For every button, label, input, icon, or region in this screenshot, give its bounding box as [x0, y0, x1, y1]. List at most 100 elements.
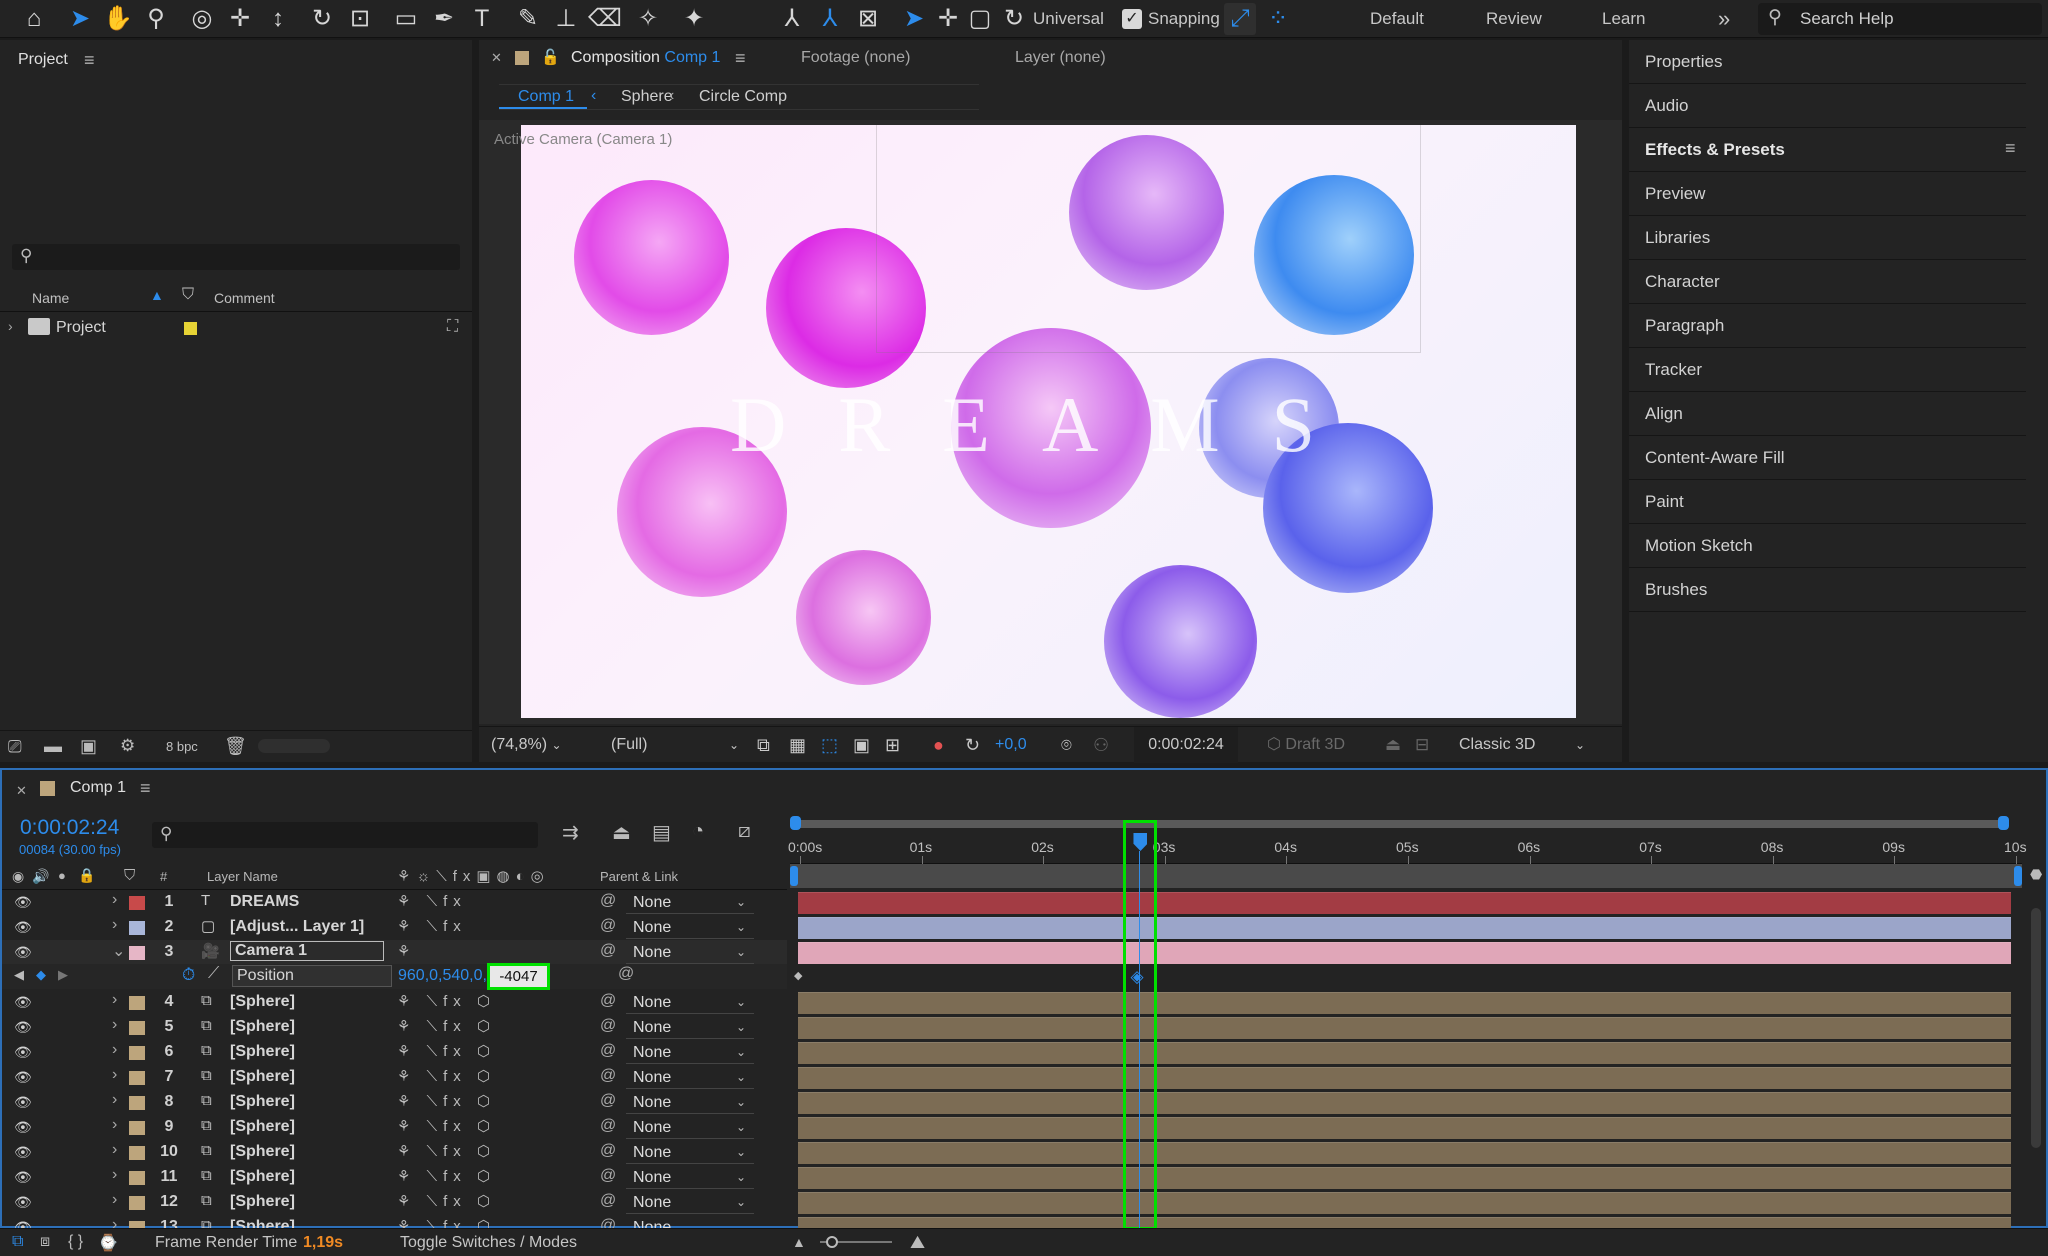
pan-behind-tool-icon[interactable]: ⊡ [344, 3, 376, 35]
panel-paragraph[interactable]: Paragraph [1629, 304, 2026, 348]
label-color-swatch[interactable] [129, 1096, 145, 1110]
label-color-swatch[interactable] [129, 921, 145, 935]
layer-switches[interactable]: ⚘ ⟍fx [397, 892, 467, 910]
panel-menu-icon[interactable]: ≡ [84, 40, 95, 80]
tab-composition[interactable]: Composition Comp 1 [571, 49, 720, 67]
reset-exposure-icon[interactable]: ↻ [965, 727, 980, 763]
layer-duration-bar[interactable] [798, 992, 2011, 1014]
lock-toggle-icon[interactable]: 🔒 [78, 867, 95, 884]
layer-name[interactable]: [Sphere] [230, 1118, 295, 1136]
grid-guides-icon[interactable]: ⊞ [885, 727, 900, 763]
column-layer-name[interactable]: Layer Name [207, 869, 278, 884]
chevron-right-icon[interactable]: › [112, 916, 117, 934]
pick-whip-icon[interactable]: @ [600, 892, 616, 910]
layer-switches[interactable]: ⚘ [397, 942, 416, 960]
breadcrumb-comp1[interactable]: Comp 1 [518, 88, 574, 106]
layer-row[interactable]: 👁 › 1 T DREAMS ⚘ ⟍fx @ None ⌄ [2, 890, 787, 915]
label-tag-icon[interactable]: ⛉ [182, 286, 194, 304]
parent-dropdown[interactable]: None ⌄ [626, 941, 754, 964]
parent-dropdown[interactable]: None ⌄ [626, 991, 754, 1014]
breadcrumb-circle-comp[interactable]: Circle Comp [699, 88, 787, 106]
snapping-checkbox[interactable]: ✓ [1122, 9, 1142, 29]
new-composition-icon[interactable]: ▣ [80, 736, 97, 757]
tab-footage[interactable]: Footage (none) [801, 49, 910, 67]
rectangle-tool-icon[interactable]: ▭ [390, 3, 422, 35]
draft-3d-toggle[interactable]: ⬡ Draft 3D [1267, 727, 1345, 763]
time-ruler[interactable]: 0:00s 01s 02s 03s 04s 05s 06s 07s 08s 09s 10s [788, 830, 2027, 864]
clone-stamp-icon[interactable]: ⊥ [550, 3, 582, 35]
rotate-tool-icon[interactable]: ↻ [306, 3, 338, 35]
layer-name[interactable]: [Adjust... Layer 1] [230, 918, 364, 936]
selection-tool-icon[interactable]: ➤ [64, 3, 96, 35]
toggle-switches-modes[interactable]: Toggle Switches / Modes [400, 1234, 577, 1252]
audio-toggle-icon[interactable]: 🔊 [32, 868, 49, 885]
chevron-down-icon[interactable]: ⌄ [112, 941, 125, 961]
graph-editor-icon[interactable]: ⧄ [738, 820, 751, 843]
layer-name[interactable]: [Sphere] [230, 1018, 295, 1036]
region-of-interest-icon[interactable]: ▣ [853, 727, 870, 763]
parent-dropdown[interactable]: None ⌄ [626, 1041, 754, 1064]
pick-whip-icon[interactable]: @ [600, 1092, 616, 1110]
close-tab-icon[interactable]: ✕ [16, 783, 27, 799]
visibility-eye-icon[interactable]: 👁 [14, 994, 32, 1011]
show-snapshot-icon[interactable]: ⚇ [1093, 727, 1109, 763]
parent-dropdown[interactable]: None ⌄ [626, 1091, 754, 1114]
layer-row[interactable]: 👁 › 10 ⧉ [Sphere] ⚘ ⟍fx ⬡ @ None ⌄ [2, 1140, 787, 1165]
pick-whip-icon[interactable]: @ [600, 1017, 616, 1035]
layer-duration-bar[interactable] [798, 1142, 2011, 1164]
panel-menu-icon[interactable]: ≡ [735, 48, 746, 69]
timeline-scrollbar[interactable]: ⬣ [2026, 864, 2044, 1204]
chevron-right-icon[interactable]: › [112, 1016, 117, 1034]
visibility-eye-icon[interactable]: 👁 [14, 1094, 32, 1111]
panel-tracker[interactable]: Tracker [1629, 348, 2026, 392]
project-search-input[interactable]: ⚲ [12, 244, 460, 270]
panel-content-aware-fill[interactable]: Content-Aware Fill [1629, 436, 2026, 480]
label-color-swatch[interactable] [129, 946, 145, 960]
graph-icon[interactable]: ⟋ [208, 965, 219, 983]
workspace-review[interactable]: Review [1486, 0, 1542, 38]
visibility-eye-icon[interactable]: 👁 [14, 1019, 32, 1036]
chevron-right-icon[interactable]: › [112, 991, 117, 1009]
chevron-right-icon[interactable]: › [112, 1091, 117, 1109]
label-color-swatch[interactable] [129, 1171, 145, 1185]
panel-libraries[interactable]: Libraries [1629, 216, 2026, 260]
breadcrumb-sphere[interactable]: Sphere [621, 88, 673, 106]
channel-icon[interactable]: ● [933, 727, 944, 763]
motion-blur-icon[interactable]: ◔ [692, 820, 704, 843]
move-icon[interactable]: ✛ [932, 3, 964, 35]
local-axis-icon[interactable]: ⅄ [776, 3, 808, 35]
stopwatch-icon[interactable]: ⏱ [182, 965, 195, 985]
axis-mode-label[interactable]: Universal [1033, 0, 1104, 38]
workspace-default[interactable]: Default [1370, 0, 1424, 38]
layer-duration-bar[interactable] [798, 1067, 2011, 1089]
layer-row[interactable]: 👁 › 8 ⧉ [Sphere] ⚘ ⟍fx ⬡ @ None ⌄ [2, 1090, 787, 1115]
flowchart-icon[interactable]: ⛶ [447, 318, 458, 336]
pick-whip-icon[interactable]: @ [600, 1117, 616, 1135]
layer-name[interactable]: [Sphere] [230, 1093, 295, 1111]
frame-blending-icon[interactable]: ▤ [652, 820, 671, 845]
roto-brush-icon[interactable]: ✧ [632, 3, 664, 35]
visibility-eye-icon[interactable]: 👁 [14, 919, 32, 936]
orbit-camera-icon[interactable]: ◎ [186, 3, 218, 35]
layer-switches[interactable]: ⚘ ⟍fx [397, 917, 467, 935]
label-tag-icon[interactable]: ⛉ [124, 867, 135, 884]
label-color-swatch[interactable] [129, 1071, 145, 1085]
viewport[interactable]: DREAMS Active Camera (Camera 1) [479, 120, 1622, 724]
layer-name[interactable]: [Sphere] [230, 1193, 295, 1211]
zoom-tool-icon[interactable]: ⚲ [140, 3, 172, 35]
trash-icon[interactable]: 🗑 [224, 736, 247, 757]
layer-row[interactable]: 👁 › 7 ⧉ [Sphere] ⚘ ⟍fx ⬡ @ None ⌄ [2, 1065, 787, 1090]
brush-tool-icon[interactable]: ✎ [512, 3, 544, 35]
pick-whip-icon[interactable]: @ [600, 1192, 616, 1210]
mask-visibility-icon[interactable]: ⬚ [821, 727, 838, 763]
visibility-eye-icon[interactable]: 👁 [14, 1194, 32, 1211]
layer-switches[interactable]: ⚘ ⟍fx ⬡ [397, 1142, 496, 1160]
project-panel-title[interactable]: Project [18, 40, 68, 80]
type-tool-icon[interactable]: T [466, 3, 498, 35]
chevron-right-icon[interactable]: › [112, 1191, 117, 1209]
layer-name[interactable]: [Sphere] [230, 1143, 295, 1161]
position-xy-value[interactable]: 960,0,540,0, [398, 967, 487, 985]
layer-duration-bar[interactable] [798, 1167, 2011, 1189]
tab-layer[interactable]: Layer (none) [1015, 49, 1106, 67]
parent-dropdown[interactable]: None ⌄ [626, 916, 754, 939]
